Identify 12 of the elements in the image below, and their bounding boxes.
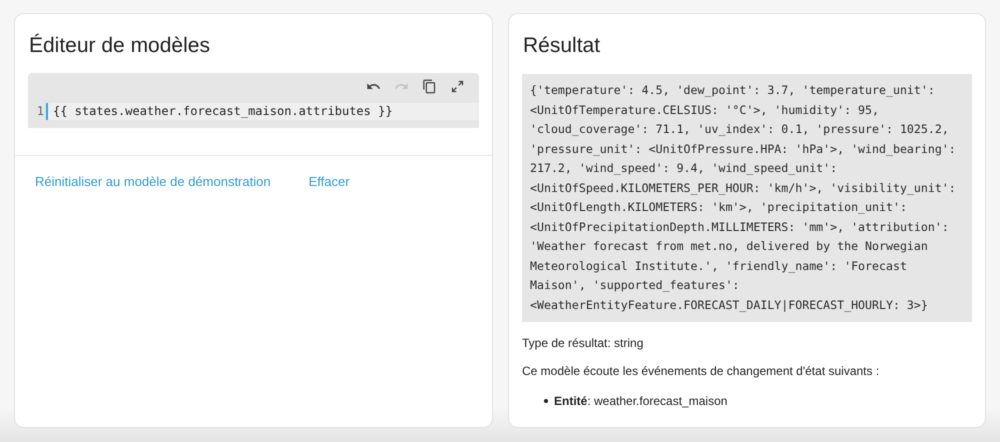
bullet-icon [544, 399, 548, 403]
code-editor[interactable]: 1 {{ states.weather.forecast_maison.attributes }} [28, 73, 479, 128]
action-link[interactable]: Réinitialiser au modèle de démonstration [23, 170, 283, 193]
action-link[interactable]: Effacer [296, 170, 362, 193]
code-line: {{ states.weather.forecast_maison.attributes }} [52, 104, 393, 118]
card-title: Résultat [522, 33, 602, 58]
line-number: 1 [28, 102, 48, 120]
card-title: Éditeur de modèles [28, 32, 211, 58]
listener-description: Ce modèle écoute les événements de changement d'état suivants : [522, 364, 880, 378]
result-type-text: Type de résultat: string [522, 336, 644, 350]
listener-item: Entité: weather.forecast_maison [554, 394, 728, 408]
result-output: {'temperature': 4.5, 'dew_point': 3.7, 'temperature_unit': <UnitOfTemperature.CELSIUS: '°C'>, 'humidity': 95, 'cloud_coverage': 71.1, 'uv_index': 0.1, 'pressure': 1025.2, 'pressure_unit': <UnitOfPressure.HPA: 'hPa'>, 'wind_bearing': 217.2, 'wind_speed': 9.4, 'wind_speed_unit': <UnitOfSpeed.KILOMETERS_PER_HOUR: 'km/h'>, 'visibility_unit': <UnitOfLength.KILOMETERS: 'km'>, 'precipitation_unit': <UnitOfPrecipitationDepth.MILLIMETERS: 'mm'>, 'attribution': 'Weather forecast from met.no, delivered by the Norwegian Meteorological Institute.', 'friendly_name': 'Forecast Maison', 'supported_features': <WeatherEntityFeature.FORECAST_DAILY|FORECAST_HOURLY: 3>} [522, 74, 972, 322]
